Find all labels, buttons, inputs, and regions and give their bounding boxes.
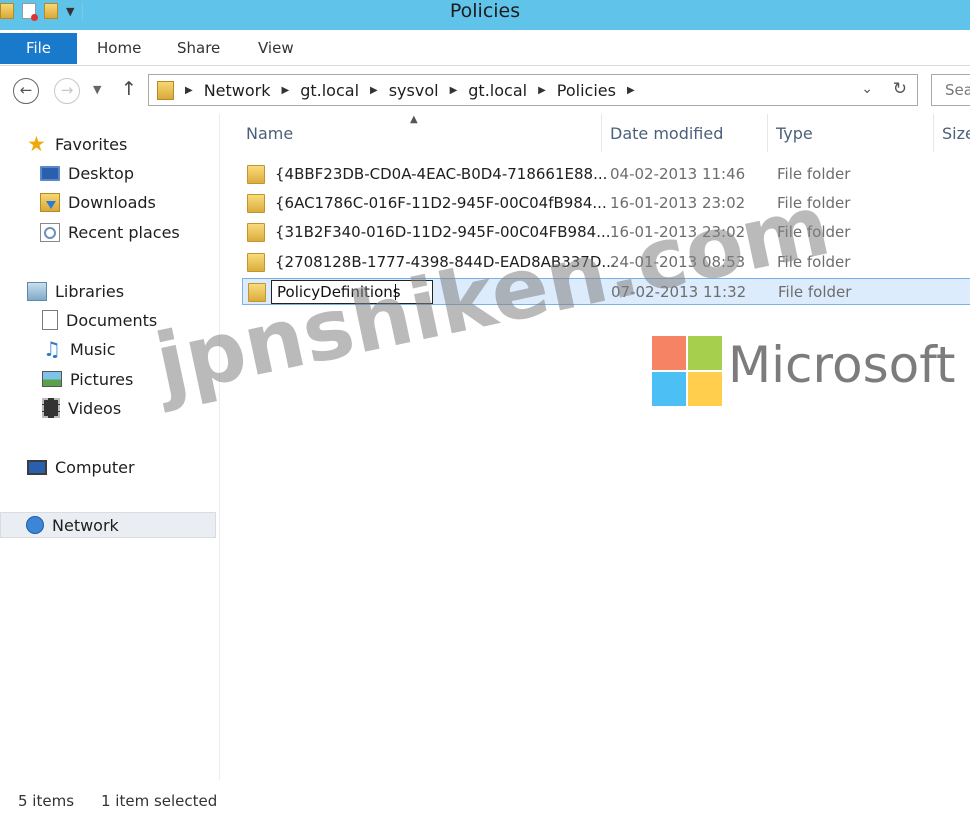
forward-arrow-icon: → — [60, 81, 74, 99]
ribbon-tabs: File Home Share View — [0, 30, 970, 66]
folder-icon — [157, 81, 174, 100]
column-header-date-modified[interactable]: Date modified — [602, 114, 768, 152]
videos-icon — [42, 398, 60, 418]
folder-icon — [247, 223, 265, 242]
tab-home[interactable]: Home — [97, 33, 141, 64]
file-name: {4BBF23DB-CD0A-4EAC-B0D4-718661E88... — [275, 165, 608, 183]
sidebar-item-documents[interactable]: Documents — [42, 307, 157, 333]
selection-count: 1 item selected — [101, 792, 218, 810]
sidebar-item-label: Downloads — [68, 192, 156, 212]
sidebar-item-label: Network — [52, 515, 119, 535]
sidebar-item-label: Pictures — [70, 369, 134, 389]
sidebar-item-pictures[interactable]: Pictures — [42, 366, 133, 392]
sidebar-item-label: Videos — [68, 398, 122, 418]
pictures-icon — [42, 371, 62, 387]
address-dropdown-icon[interactable]: ⌄ — [861, 81, 873, 97]
music-icon: ♫ — [43, 336, 61, 361]
file-list-pane: Name ▲ Date modified Type Size {4BBF23DB… — [220, 114, 970, 780]
sidebar-item-label: Libraries — [55, 281, 125, 301]
up-arrow-icon: ↑ — [121, 78, 137, 100]
back-button[interactable]: ← — [13, 78, 39, 104]
network-icon — [26, 516, 44, 534]
sidebar-item-label: Desktop — [68, 163, 134, 183]
sidebar-item-label: Favorites — [55, 134, 128, 154]
column-headers: Name ▲ Date modified Type Size — [220, 114, 970, 152]
refresh-icon[interactable]: ↻ — [893, 79, 907, 99]
sidebar-item-favorites[interactable]: ★ Favorites — [27, 131, 127, 157]
folder-icon — [247, 253, 265, 272]
column-header-size[interactable]: Size — [934, 114, 970, 152]
address-row: ← → ▼ ↑ ▶ Network ▶ gt.local ▶ sysvol ▶ … — [0, 66, 970, 114]
logo-square-red — [652, 336, 686, 370]
file-row[interactable]: {6AC1786C-016F-11D2-945F-00C04fB984... 1… — [242, 190, 970, 217]
breadcrumb-network[interactable]: Network — [204, 81, 271, 100]
address-bar[interactable]: ▶ Network ▶ gt.local ▶ sysvol ▶ gt.local… — [148, 74, 918, 106]
star-icon: ★ — [27, 131, 46, 156]
desktop-icon — [40, 165, 60, 181]
documents-icon — [42, 310, 58, 330]
sidebar-item-label: Recent places — [68, 222, 180, 242]
title-bar: ▼ Policies — [0, 0, 970, 30]
sidebar-item-network[interactable]: Network — [0, 512, 216, 538]
breadcrumb-separator-icon[interactable]: ▶ — [282, 85, 290, 96]
logo-square-blue — [652, 372, 686, 406]
sidebar-item-label: Music — [70, 339, 116, 359]
file-row[interactable]: {4BBF23DB-CD0A-4EAC-B0D4-718661E88... 04… — [242, 161, 970, 188]
sidebar-item-libraries[interactable]: Libraries — [27, 278, 124, 304]
sidebar-item-music[interactable]: ♫ Music — [42, 336, 116, 362]
sidebar-item-desktop[interactable]: Desktop — [40, 160, 134, 186]
computer-icon — [27, 459, 47, 475]
breadcrumb-sysvol[interactable]: sysvol — [389, 81, 439, 100]
window-title: Policies — [449, 0, 521, 22]
forward-button[interactable]: → — [54, 78, 80, 104]
tab-share[interactable]: Share — [177, 33, 220, 64]
tab-view[interactable]: View — [258, 33, 294, 64]
navigation-pane: ★ Favorites Desktop Downloads Recent pla… — [0, 114, 220, 780]
libraries-icon — [27, 281, 47, 301]
column-header-name[interactable]: Name — [238, 114, 602, 152]
back-arrow-icon: ← — [19, 81, 33, 99]
logo-square-yellow — [688, 372, 722, 406]
folder-icon — [247, 165, 265, 184]
sidebar-item-label: Computer — [55, 457, 135, 477]
breadcrumb-separator-icon[interactable]: ▶ — [185, 85, 193, 96]
sort-ascending-icon: ▲ — [410, 114, 418, 125]
search-input[interactable]: Sea — [931, 74, 970, 106]
file-name: {6AC1786C-016F-11D2-945F-00C04fB984... — [275, 194, 607, 212]
breadcrumb: ▶ Network ▶ gt.local ▶ sysvol ▶ gt.local… — [185, 75, 635, 105]
breadcrumb-policies[interactable]: Policies — [557, 81, 616, 100]
sidebar-item-computer[interactable]: Computer — [27, 454, 135, 480]
watermark-brand: Microsoft — [728, 336, 956, 394]
sidebar-item-label: Documents — [66, 310, 158, 330]
microsoft-logo-icon — [652, 336, 722, 406]
file-type: File folder — [778, 283, 852, 301]
logo-square-green — [688, 336, 722, 370]
item-count: 5 items — [18, 792, 75, 810]
breadcrumb-separator-icon[interactable]: ▶ — [538, 85, 546, 96]
downloads-icon — [40, 192, 60, 212]
folder-icon — [247, 194, 265, 213]
file-date-modified: 04-02-2013 11:46 — [610, 165, 746, 183]
recent-places-icon — [40, 222, 60, 242]
sidebar-item-recent-places[interactable]: Recent places — [40, 219, 180, 245]
breadcrumb-domain-folder[interactable]: gt.local — [468, 81, 527, 100]
up-button[interactable]: ↑ — [121, 78, 137, 100]
tab-file[interactable]: File — [0, 33, 77, 64]
breadcrumb-separator-icon[interactable]: ▶ — [370, 85, 378, 96]
sidebar-item-videos[interactable]: Videos — [42, 395, 121, 421]
status-bar: 5 items 1 item selected — [0, 782, 970, 816]
sidebar-item-downloads[interactable]: Downloads — [40, 189, 156, 215]
breadcrumb-separator-icon[interactable]: ▶ — [450, 85, 458, 96]
breadcrumb-separator-icon[interactable]: ▶ — [627, 85, 635, 96]
recent-locations-dropdown-icon[interactable]: ▼ — [93, 83, 101, 96]
breadcrumb-domain[interactable]: gt.local — [300, 81, 359, 100]
column-header-type[interactable]: Type — [768, 114, 934, 152]
